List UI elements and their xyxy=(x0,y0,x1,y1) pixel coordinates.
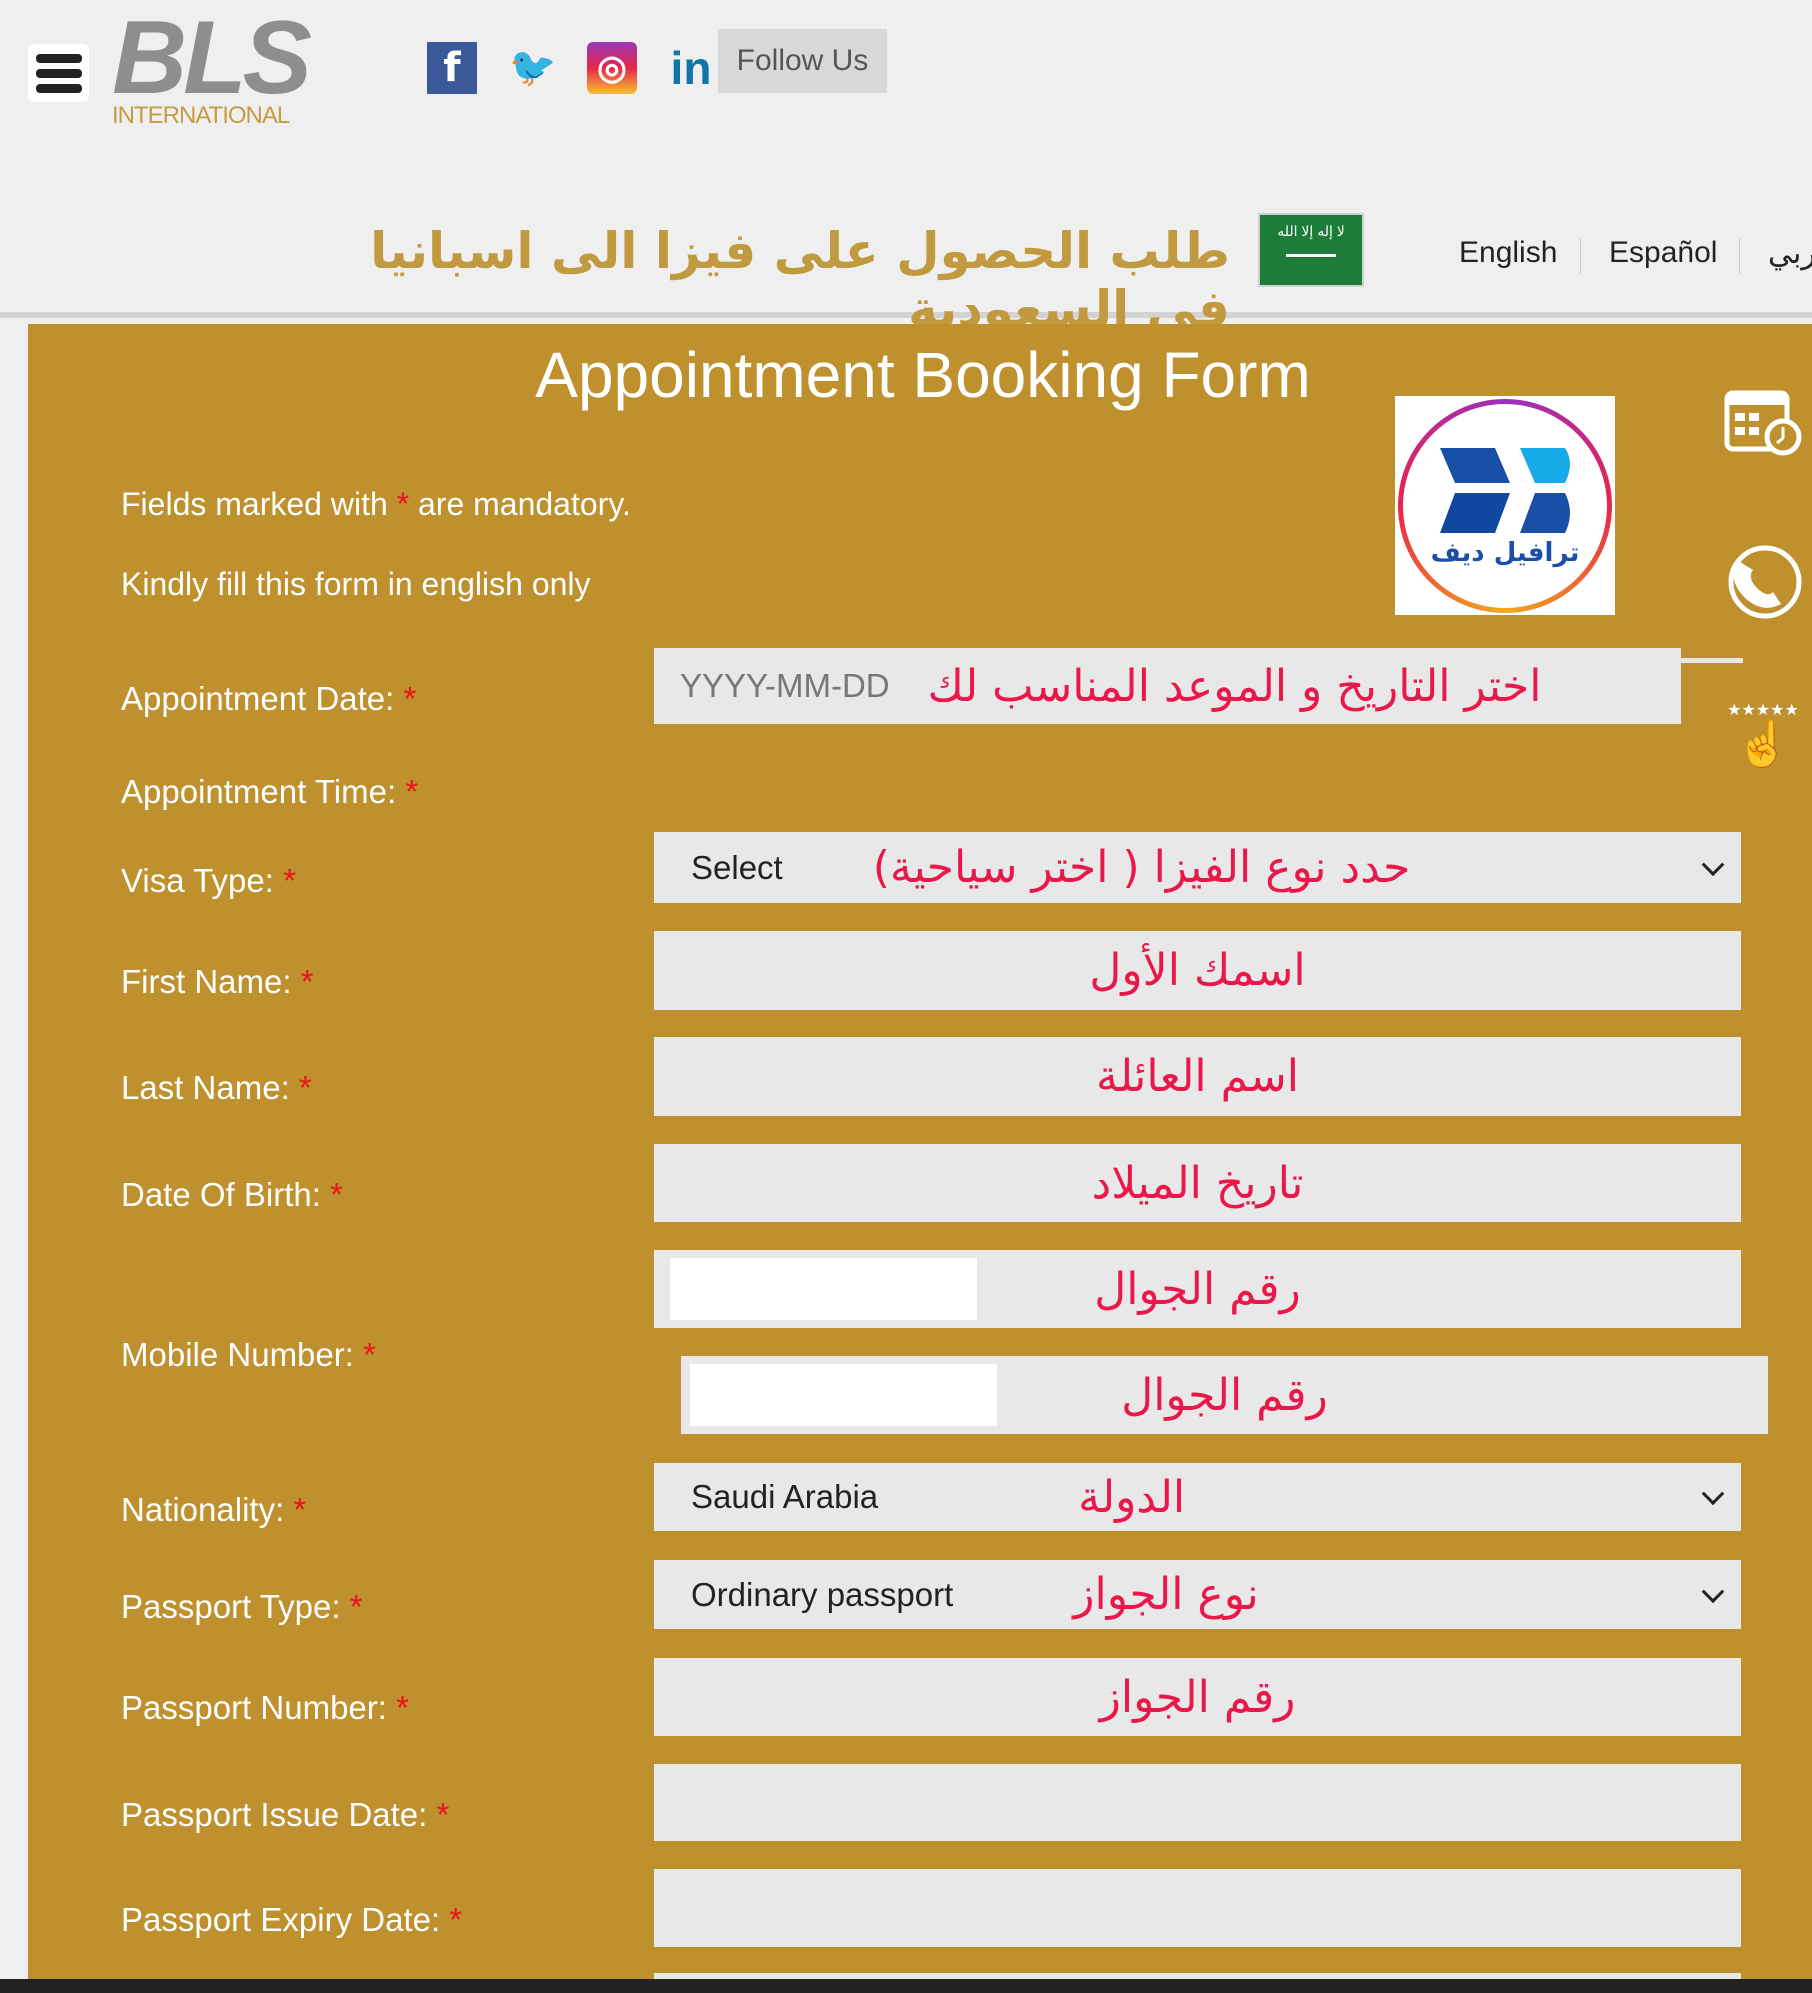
facebook-icon[interactable]: f xyxy=(427,42,477,94)
hamburger-menu-icon[interactable] xyxy=(28,44,89,102)
required-asterisk: * xyxy=(436,1796,450,1833)
label-appointment-date: Appointment Date: * xyxy=(121,680,416,718)
language-english[interactable]: English xyxy=(1459,236,1557,270)
chevron-down-icon xyxy=(1701,852,1725,876)
label-text: Passport Issue Date: xyxy=(121,1796,428,1833)
label-text: Passport Type: xyxy=(121,1588,341,1625)
calendar-clock-icon[interactable] xyxy=(1722,381,1804,471)
required-asterisk: * xyxy=(283,862,296,899)
divider xyxy=(1739,238,1740,274)
annotation-last-name: اسم العائلة xyxy=(1095,1051,1300,1102)
logo-arabic-text: ترافيل ديف xyxy=(1430,538,1580,568)
divider xyxy=(1580,238,1581,274)
mandatory-note: Fields marked with * are mandatory. xyxy=(121,486,631,523)
label-passport-type: Passport Type: * xyxy=(121,1588,363,1626)
annotation-date-of-birth: تاريخ الميلاد xyxy=(1091,1157,1304,1209)
annotation-passport-type: نوع الجواز xyxy=(1073,1569,1259,1620)
label-text: Mobile Number: xyxy=(121,1336,354,1373)
annotation-nationality: الدولة xyxy=(1078,1471,1186,1523)
linkedin-icon[interactable]: in xyxy=(666,42,716,94)
mobile-prefix-input[interactable] xyxy=(690,1364,997,1426)
plane-logo-icon xyxy=(1440,448,1570,533)
required-asterisk: * xyxy=(449,1901,463,1938)
label-visa-type: Visa Type: * xyxy=(121,862,296,900)
label-mobile-number: Mobile Number: * xyxy=(121,1336,376,1374)
callout-line xyxy=(1681,658,1743,663)
passport-type-select[interactable]: Ordinary passport نوع الجواز xyxy=(654,1560,1741,1629)
label-last-name: Last Name: * xyxy=(121,1069,312,1107)
label-passport-number: Passport Number: * xyxy=(121,1689,409,1727)
label-passport-expiry-date: Passport Expiry Date: * xyxy=(121,1901,462,1939)
label-date-of-birth: Date Of Birth: * xyxy=(121,1176,343,1214)
label-text: Visa Type: xyxy=(121,862,274,899)
passport-expiry-date-input[interactable] xyxy=(654,1869,1741,1947)
annotation-mobile: رقم الجوال xyxy=(1094,1263,1301,1315)
logo-text: BLS xyxy=(112,0,312,116)
annotation-visa-type: حدد نوع الفيزا ( اختر سياحية) xyxy=(872,842,1411,893)
required-asterisk: * xyxy=(403,680,417,717)
annotation-appointment-date: اختر التاريخ و الموعد المناسب لك xyxy=(927,660,1542,712)
flag-text: لا إله إلا الله xyxy=(1277,223,1345,239)
arabic-page-title: طلب الحصول على فيزا الى اسبانيا في السعو… xyxy=(370,222,1230,338)
follow-us-label[interactable]: Follow Us xyxy=(718,29,887,93)
nationality-select[interactable]: Saudi Arabia الدولة xyxy=(654,1463,1741,1531)
annotation-mobile: رقم الجوال xyxy=(1121,1369,1328,1421)
rating-hand-icon[interactable]: ★★★★★ ☝ xyxy=(1722,700,1804,770)
mobile-country-code-row[interactable]: رقم الجوال xyxy=(654,1250,1741,1328)
required-asterisk: * xyxy=(405,773,419,810)
language-arabic[interactable]: عربي xyxy=(1768,236,1812,271)
chevron-down-icon xyxy=(1701,1579,1725,1603)
visa-type-select[interactable]: Select حدد نوع الفيزا ( اختر سياحية) xyxy=(654,832,1741,903)
country-code-input[interactable] xyxy=(670,1258,977,1320)
label-text: Passport Expiry Date: xyxy=(121,1901,441,1938)
label-text: Passport Number: xyxy=(121,1689,387,1726)
label-text: Nationality: xyxy=(121,1491,285,1528)
required-asterisk: * xyxy=(330,1176,343,1213)
select-value: Select xyxy=(691,848,783,886)
label-first-name: First Name: * xyxy=(121,963,314,1001)
select-value: Ordinary passport xyxy=(691,1575,954,1613)
last-name-input[interactable]: اسم العائلة xyxy=(654,1037,1741,1116)
required-asterisk: * xyxy=(363,1336,376,1373)
required-asterisk: * xyxy=(298,1069,312,1106)
label-passport-issue-date: Passport Issue Date: * xyxy=(121,1796,449,1834)
label-text: Appointment Time: xyxy=(121,773,397,810)
label-nationality: Nationality: * xyxy=(121,1491,306,1529)
phone-icon[interactable] xyxy=(1722,540,1804,634)
passport-number-input[interactable]: رقم الجواز xyxy=(654,1658,1741,1736)
date-of-birth-input[interactable]: تاريخ الميلاد xyxy=(654,1144,1741,1222)
twitter-icon[interactable]: 🐦 xyxy=(508,42,558,94)
language-espanol[interactable]: Español xyxy=(1609,236,1717,270)
label-text: Date Of Birth: xyxy=(121,1176,321,1213)
annotation-passport-number: رقم الجواز xyxy=(1099,1671,1296,1723)
asterisk: * xyxy=(396,486,410,522)
label-text: First Name: xyxy=(121,963,292,1000)
english-only-note: Kindly fill this form in english only xyxy=(121,566,591,602)
first-name-input[interactable]: اسمك الأول xyxy=(654,931,1741,1010)
saudi-flag-icon: لا إله إلا الله xyxy=(1258,213,1364,287)
mobile-number-input[interactable]: رقم الجوال xyxy=(681,1356,1768,1434)
label-text: Last Name: xyxy=(121,1069,290,1106)
required-asterisk: * xyxy=(300,963,314,1000)
passport-issue-date-input[interactable] xyxy=(654,1764,1741,1841)
bottom-bar xyxy=(0,1979,1812,1993)
required-asterisk: * xyxy=(396,1689,409,1726)
instagram-icon[interactable]: ◎ xyxy=(587,42,637,94)
required-asterisk: * xyxy=(293,1491,307,1528)
required-asterisk: * xyxy=(349,1588,363,1625)
travel-dev-logo: ترافيل ديف xyxy=(1395,396,1615,615)
note-text: are mandatory. xyxy=(409,486,631,522)
bls-logo[interactable]: BLS INTERNATIONAL xyxy=(112,0,332,136)
appointment-date-input[interactable]: YYYY-MM-DD اختر التاريخ و الموعد المناسب… xyxy=(654,648,1681,724)
chevron-down-icon xyxy=(1701,1482,1725,1506)
label-appointment-time: Appointment Time: * xyxy=(121,773,418,811)
annotation-first-name: اسمك الأول xyxy=(1089,945,1306,996)
label-text: Appointment Date: xyxy=(121,680,395,717)
note-text: Fields marked with xyxy=(121,486,397,522)
select-value: Saudi Arabia xyxy=(691,1478,879,1515)
rating-stars: ★★★★★ xyxy=(1727,702,1799,719)
date-placeholder: YYYY-MM-DD xyxy=(680,667,890,704)
